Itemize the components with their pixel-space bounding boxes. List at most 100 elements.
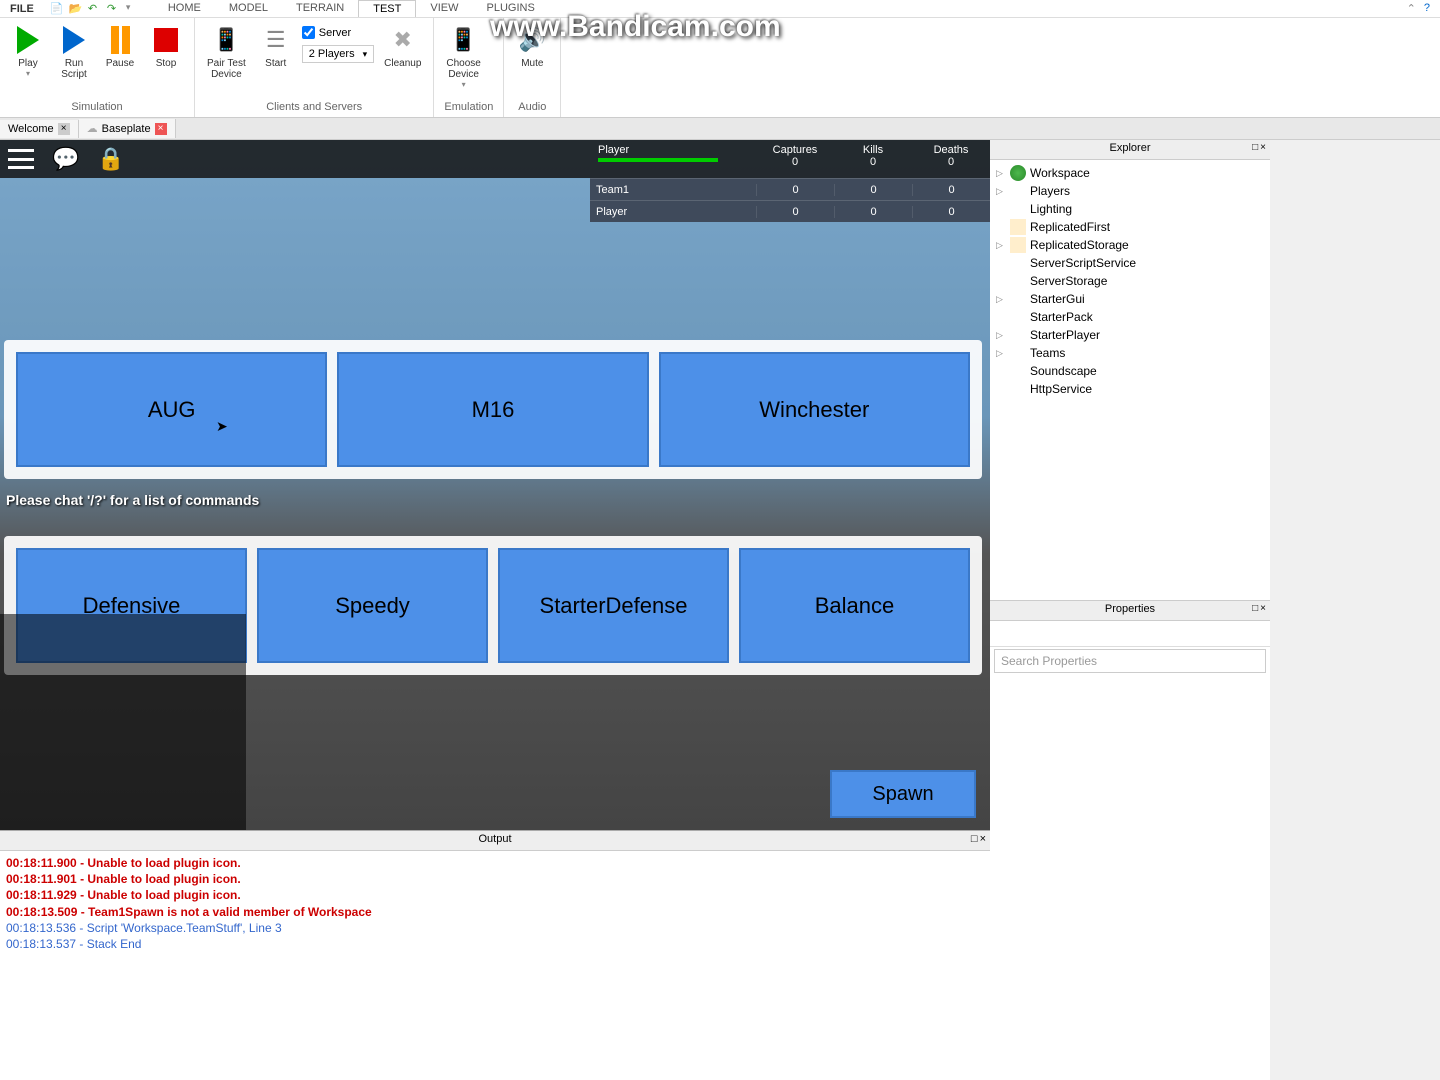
ribbon-group-label: Simulation <box>8 99 186 115</box>
weapon-winchester[interactable]: Winchester <box>659 352 970 467</box>
properties-toolbar <box>990 621 1270 647</box>
tab-home[interactable]: HOME <box>154 0 215 17</box>
scoreboard-row: Team1000 <box>590 178 990 200</box>
output-body[interactable]: 00:18:11.900 - Unable to load plugin ico… <box>0 851 990 1080</box>
tree-item-startergui[interactable]: ▷StarterGui <box>992 290 1268 308</box>
run-script-button[interactable]: Run Script <box>54 22 94 82</box>
output-line: 00:18:11.901 - Unable to load plugin ico… <box>6 871 984 887</box>
cleanup-button[interactable]: ✖Cleanup <box>380 22 425 71</box>
properties-search[interactable]: Search Properties <box>994 649 1266 673</box>
dropdown-icon[interactable]: ▾ <box>126 2 142 16</box>
class-speedy[interactable]: Speedy <box>257 548 488 663</box>
weapon-m16[interactable]: M16 <box>337 352 648 467</box>
mute-button[interactable]: 🔊Mute <box>512 22 552 71</box>
tab-test[interactable]: TEST <box>358 0 416 17</box>
tab-terrain[interactable]: TERRAIN <box>282 0 358 17</box>
expand-icon[interactable]: ▷ <box>996 186 1006 197</box>
game-viewport[interactable]: 💬 🔒 Player Captures0 Kills0 Deaths0 Team… <box>0 140 990 830</box>
tree-item-lighting[interactable]: Lighting <box>992 200 1268 218</box>
expand-icon[interactable]: ▷ <box>996 348 1006 359</box>
tree-item-httpservice[interactable]: HttpService <box>992 380 1268 398</box>
ribbon-toolbar: Play▾ Run Script Pause Stop Simulation 📱… <box>0 18 1440 118</box>
tree-item-serverscriptservice[interactable]: ServerScriptService <box>992 254 1268 272</box>
class-balance[interactable]: Balance <box>739 548 970 663</box>
undo-icon[interactable]: ↶ <box>88 2 104 16</box>
service-icon <box>1010 165 1026 181</box>
tree-item-teams[interactable]: ▷ Teams <box>992 344 1268 362</box>
tree-item-replicatedstorage[interactable]: ▷ReplicatedStorage <box>992 236 1268 254</box>
chat-icon[interactable]: 💬 <box>52 146 79 172</box>
stop-button[interactable]: Stop <box>146 22 186 71</box>
weapon-aug[interactable]: AUG <box>16 352 327 467</box>
expand-icon[interactable]: ▷ <box>996 294 1006 305</box>
tab-view[interactable]: VIEW <box>416 0 472 17</box>
device-icon: 📱 <box>210 24 242 56</box>
restore-icon[interactable]: □ <box>1252 142 1258 153</box>
server-icon: ☰ <box>260 24 292 56</box>
expand-icon[interactable]: ▷ <box>996 168 1006 179</box>
tree-item-starterpack[interactable]: StarterPack <box>992 308 1268 326</box>
phone-icon: 📱 <box>448 24 480 56</box>
collapse-ribbon-icon[interactable]: ⌃ <box>1407 2 1416 15</box>
file-menu[interactable]: FILE <box>0 1 44 17</box>
tree-label: ServerScriptService <box>1030 256 1136 270</box>
close-icon[interactable]: × <box>1260 142 1266 153</box>
chevron-down-icon: ▾ <box>363 49 368 60</box>
service-icon <box>1010 363 1026 379</box>
start-server-button[interactable]: ☰Start <box>256 22 296 71</box>
tab-welcome[interactable]: Welcome× <box>0 120 79 138</box>
tree-item-serverstorage[interactable]: ServerStorage <box>992 272 1268 290</box>
col-deaths: Deaths <box>916 144 986 156</box>
service-icon <box>1010 201 1026 217</box>
pair-test-button[interactable]: 📱Pair Test Device <box>203 22 250 82</box>
open-icon[interactable]: 📂 <box>69 2 85 16</box>
tree-label: Teams <box>1030 346 1065 360</box>
tree-item-workspace[interactable]: ▷Workspace <box>992 164 1268 182</box>
menu-icon[interactable] <box>8 149 34 169</box>
close-icon[interactable]: × <box>980 833 986 845</box>
player-name-label: Player <box>598 144 748 156</box>
tab-baseplate[interactable]: ☁Baseplate× <box>79 119 176 138</box>
tree-item-players[interactable]: ▷ Players <box>992 182 1268 200</box>
spawn-button[interactable]: Spawn <box>830 770 976 818</box>
redo-icon[interactable]: ↷ <box>107 2 123 16</box>
tree-label: ServerStorage <box>1030 274 1107 288</box>
players-select[interactable]: 2 Players▾ <box>302 45 374 63</box>
play-button[interactable]: Play▾ <box>8 22 48 80</box>
output-line: 00:18:11.929 - Unable to load plugin ico… <box>6 887 984 903</box>
restore-icon[interactable]: □ <box>1252 603 1258 614</box>
new-icon[interactable]: 📄 <box>50 2 66 16</box>
tab-plugins[interactable]: PLUGINS <box>473 0 549 17</box>
pause-button[interactable]: Pause <box>100 22 140 71</box>
service-icon <box>1010 237 1026 253</box>
tree-label: Soundscape <box>1030 364 1097 378</box>
server-checkbox[interactable] <box>302 26 315 39</box>
chat-hint: Please chat '/?' for a list of commands <box>6 492 259 508</box>
tree-label: ReplicatedFirst <box>1030 220 1110 234</box>
explorer-tree[interactable]: ▷Workspace▷PlayersLightingReplicatedFirs… <box>990 160 1270 600</box>
chat-window[interactable] <box>0 614 246 830</box>
health-bar <box>598 158 718 162</box>
play-icon <box>17 26 39 54</box>
choose-device-button[interactable]: 📱Choose Device▾ <box>442 22 484 91</box>
expand-icon[interactable]: ▷ <box>996 330 1006 341</box>
tree-label: Players <box>1030 184 1070 198</box>
tree-item-replicatedfirst[interactable]: ReplicatedFirst <box>992 218 1268 236</box>
close-icon[interactable]: × <box>1260 603 1266 614</box>
help-icon[interactable]: ? <box>1424 2 1430 15</box>
close-icon[interactable]: × <box>155 123 167 135</box>
class-starterdefense[interactable]: StarterDefense <box>498 548 729 663</box>
tree-item-soundscape[interactable]: Soundscape <box>992 362 1268 380</box>
properties-header: Properties□× <box>990 601 1270 621</box>
inventory-icon[interactable]: 🔒 <box>97 146 124 172</box>
output-header: Output□× <box>0 831 990 851</box>
close-icon[interactable]: × <box>58 123 70 135</box>
cloud-icon: ☁ <box>87 122 98 135</box>
expand-icon[interactable]: ▷ <box>996 240 1006 251</box>
tree-item-starterplayer[interactable]: ▷StarterPlayer <box>992 326 1268 344</box>
scoreboard-row: Player000 <box>590 200 990 222</box>
tab-model[interactable]: MODEL <box>215 0 282 17</box>
output-line: 00:18:13.537 - Stack End <box>6 936 984 952</box>
restore-icon[interactable]: □ <box>971 833 978 845</box>
service-icon <box>1010 291 1026 307</box>
